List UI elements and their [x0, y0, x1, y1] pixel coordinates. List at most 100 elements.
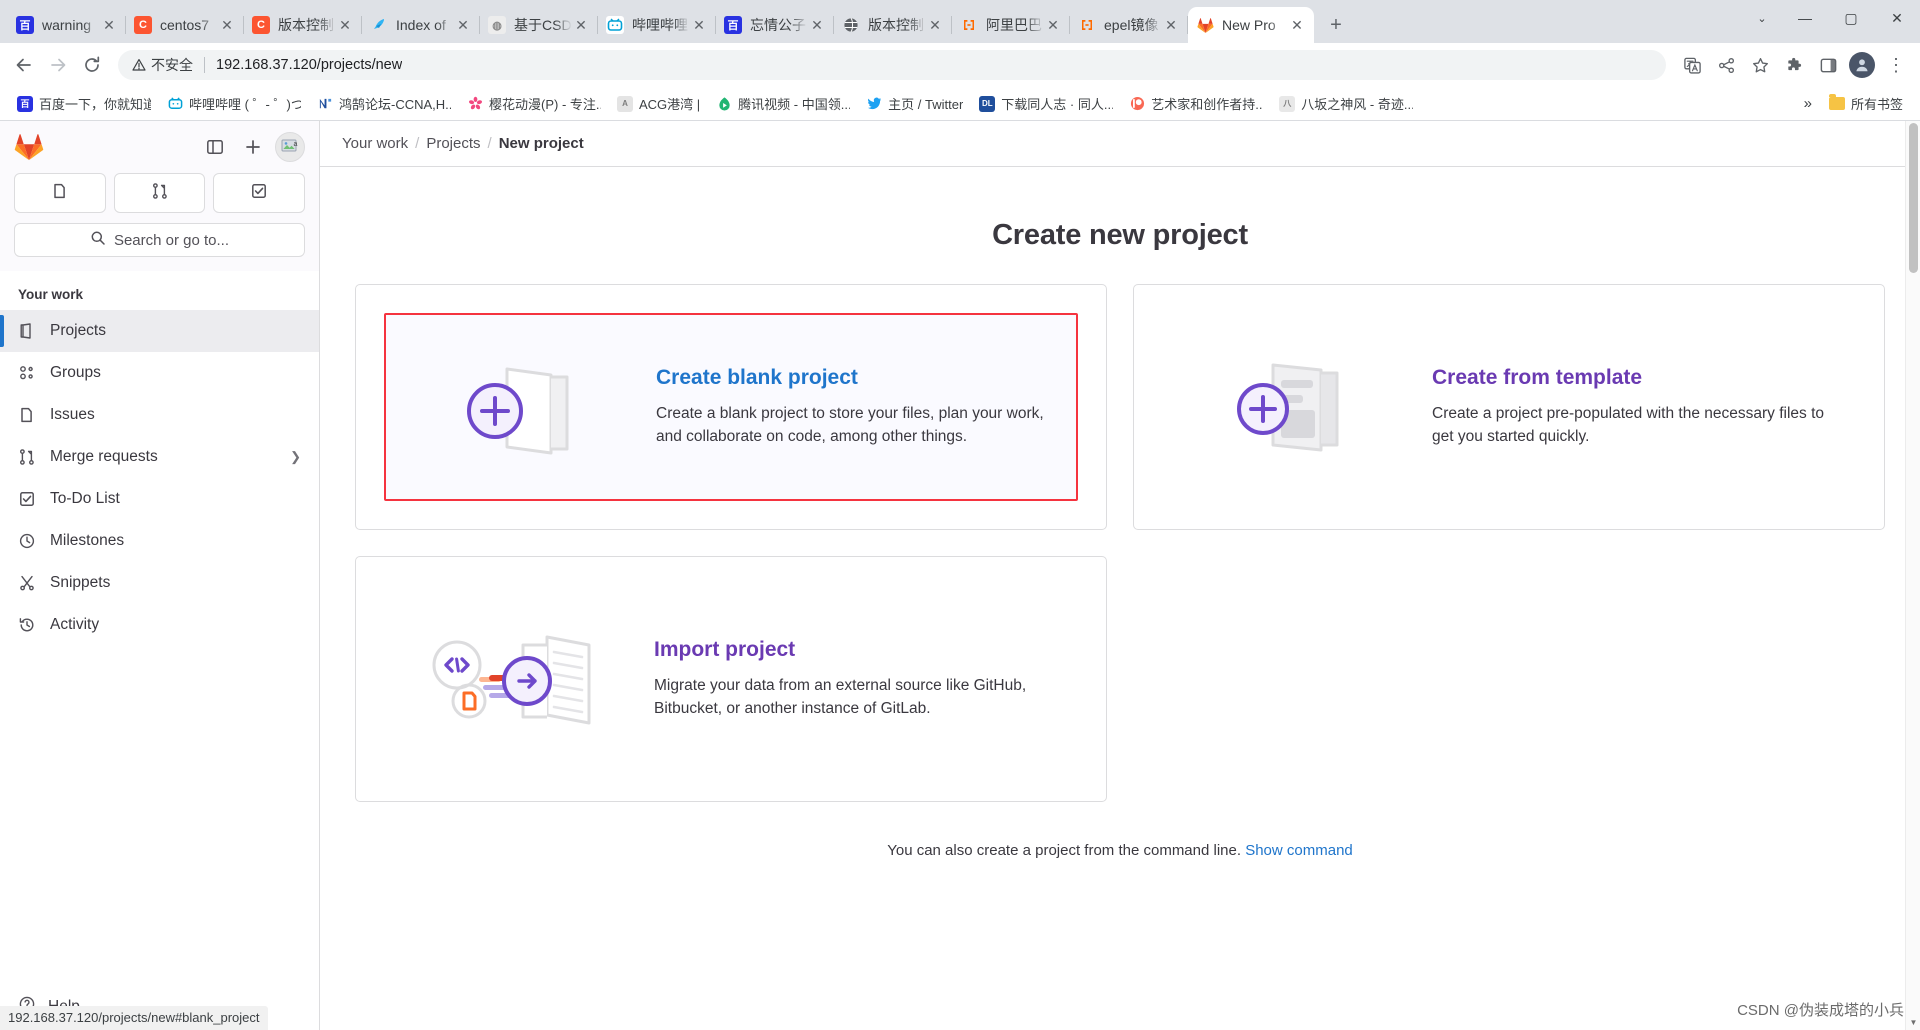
- sidebar-item-groups[interactable]: Groups: [0, 352, 319, 394]
- merge-requests-shortcut-button[interactable]: [113, 173, 206, 213]
- close-icon[interactable]: ✕: [1044, 16, 1062, 34]
- close-icon[interactable]: ✕: [1288, 16, 1306, 34]
- browser-tab[interactable]: C centos7 ✕: [126, 7, 244, 43]
- bookmark-item[interactable]: DL 下载同人志 · 同人...: [972, 90, 1120, 117]
- bookmarks-bar: 百 百度一下，你就知道 哔哩哔哩 ( ゜- ゜)つ... 鸿鹄论坛-CCNA,H…: [0, 87, 1920, 121]
- browser-tab[interactable]: Index of ✕: [362, 7, 480, 43]
- sidebar-item-snippets[interactable]: Snippets: [0, 562, 319, 604]
- footer-text: You can also create a project from the c…: [887, 842, 1242, 859]
- bookmark-item[interactable]: 哔哩哔哩 ( ゜- ゜)つ...: [160, 90, 308, 117]
- side-panel-icon[interactable]: [1812, 49, 1844, 81]
- bookmark-item[interactable]: 腾讯视频 - 中国领...: [709, 90, 857, 117]
- breadcrumb-projects[interactable]: Projects: [426, 135, 480, 152]
- address-bar[interactable]: 不安全 192.168.37.120/projects/new: [118, 50, 1666, 80]
- back-arrow-icon[interactable]: [8, 49, 40, 81]
- watermark-text: CSDN @伪装成塔的小兵: [1737, 1002, 1904, 1019]
- todo-icon: [250, 182, 268, 205]
- tab-search-chevron-icon[interactable]: ⌄: [1742, 0, 1782, 36]
- merge-request-icon: [18, 448, 36, 466]
- tab-title: Index of: [396, 17, 446, 33]
- browser-tab[interactable]: 百 warning ✕: [8, 7, 126, 43]
- close-icon[interactable]: ✕: [1162, 16, 1180, 34]
- minimize-button[interactable]: —: [1782, 0, 1828, 36]
- chrome-menu-icon[interactable]: ⋮: [1880, 49, 1912, 81]
- create-new-button[interactable]: [237, 131, 269, 163]
- import-project-card[interactable]: Import project Migrate your data from an…: [355, 556, 1107, 802]
- todo-shortcut-button[interactable]: [213, 173, 306, 213]
- breadcrumb: Your work / Projects / New project: [320, 121, 1920, 167]
- user-avatar[interactable]: a: [275, 132, 305, 162]
- profile-avatar[interactable]: [1846, 49, 1878, 81]
- close-icon[interactable]: ✕: [454, 16, 472, 34]
- breadcrumb-your-work[interactable]: Your work: [342, 135, 408, 152]
- bookmark-item[interactable]: 百 百度一下，你就知道: [10, 90, 158, 117]
- browser-tab[interactable]: 阿里巴巴 ✕: [952, 7, 1070, 43]
- sidebar-item-milestones[interactable]: Milestones: [0, 520, 319, 562]
- browser-tab[interactable]: 哔哩哔哩 ✕: [598, 7, 716, 43]
- browser-tab[interactable]: ◍ 基于CSD ✕: [480, 7, 598, 43]
- search-placeholder-text: Search or go to...: [113, 231, 230, 249]
- extensions-icon[interactable]: [1778, 49, 1810, 81]
- chevron-right-icon[interactable]: ❯: [290, 449, 301, 465]
- create-from-template-card[interactable]: Create from template Create a project pr…: [1133, 284, 1885, 530]
- template-project-illustration: [1186, 347, 1416, 467]
- bird-icon: [370, 16, 388, 34]
- sidebar-item-activity[interactable]: Activity: [0, 604, 319, 646]
- acg-harbor-icon: A: [617, 95, 633, 112]
- search-input[interactable]: Search or go to...: [14, 223, 305, 257]
- maximize-button[interactable]: ▢: [1828, 0, 1874, 36]
- bookmarks-overflow-button[interactable]: »: [1796, 91, 1820, 116]
- close-icon[interactable]: ✕: [100, 16, 118, 34]
- scroll-down-arrow-icon[interactable]: ▼: [1906, 1015, 1920, 1030]
- svg-text:a: a: [294, 141, 298, 148]
- share-icon[interactable]: [1710, 49, 1742, 81]
- sidebar-toggle-icon[interactable]: [199, 131, 231, 163]
- bookmark-item[interactable]: A ACG港湾 |: [610, 90, 707, 117]
- browser-tab-active[interactable]: New Pro ✕: [1188, 7, 1314, 43]
- browser-tab[interactable]: 百 忘情公子 ✕: [716, 7, 834, 43]
- bookmark-label: 鸿鹄论坛-CCNA,H...: [339, 97, 451, 112]
- merge-request-icon: [151, 182, 169, 205]
- sidebar-item-merge-requests[interactable]: Merge requests ❯: [0, 436, 319, 478]
- bookmark-star-icon[interactable]: [1744, 49, 1776, 81]
- bookmark-item[interactable]: 樱花动漫(P) - 专注...: [460, 90, 608, 117]
- bookmark-item[interactable]: 主页 / Twitter: [859, 90, 970, 117]
- issue-icon: [18, 406, 36, 424]
- not-secure-indicator[interactable]: 不安全: [132, 55, 193, 75]
- card-title[interactable]: Create blank project: [656, 366, 1052, 390]
- close-icon[interactable]: ✕: [926, 16, 944, 34]
- import-project-illustration: [408, 619, 638, 739]
- close-icon[interactable]: ✕: [808, 16, 826, 34]
- bookmark-item[interactable]: 鸿鹄论坛-CCNA,H...: [310, 90, 458, 117]
- new-tab-button[interactable]: +: [1320, 9, 1352, 41]
- sidebar-item-todo-list[interactable]: To-Do List: [0, 478, 319, 520]
- browser-tab[interactable]: epel镜像 ✕: [1070, 7, 1188, 43]
- bookmark-item[interactable]: 八 八坂之神风 - 奇迹...: [1272, 90, 1420, 117]
- close-icon[interactable]: ✕: [572, 16, 590, 34]
- close-icon[interactable]: ✕: [690, 16, 708, 34]
- forward-arrow-icon[interactable]: [42, 49, 74, 81]
- sidebar-item-label: Milestones: [50, 532, 125, 549]
- bookmark-item[interactable]: 艺术家和创作者持...: [1122, 90, 1270, 117]
- sidebar-item-issues[interactable]: Issues: [0, 394, 319, 436]
- translate-icon[interactable]: [1676, 49, 1708, 81]
- browser-tab[interactable]: C 版本控制 ✕: [244, 7, 362, 43]
- card-title[interactable]: Create from template: [1432, 366, 1832, 390]
- bookmark-label: 腾讯视频 - 中国领...: [738, 97, 851, 112]
- sidebar-item-projects[interactable]: Projects: [0, 310, 319, 352]
- show-command-link[interactable]: Show command: [1245, 842, 1353, 859]
- browser-tab[interactable]: 版本控制 ✕: [834, 7, 952, 43]
- folder-icon: [1828, 94, 1845, 110]
- window-close-button[interactable]: ✕: [1874, 0, 1920, 36]
- issues-shortcut-button[interactable]: [14, 173, 106, 213]
- close-icon[interactable]: ✕: [218, 16, 236, 34]
- card-title[interactable]: Import project: [654, 638, 1054, 662]
- gitlab-logo[interactable]: [14, 132, 44, 162]
- page-scrollbar[interactable]: ▲ ▼: [1905, 121, 1920, 1030]
- scrollbar-thumb[interactable]: [1909, 123, 1918, 273]
- close-icon[interactable]: ✕: [336, 16, 354, 34]
- warning-triangle-icon: [132, 59, 146, 71]
- all-bookmarks-button[interactable]: 所有书签: [1822, 90, 1910, 117]
- reload-icon[interactable]: [76, 49, 108, 81]
- create-blank-project-card[interactable]: Create blank project Create a blank proj…: [355, 284, 1107, 530]
